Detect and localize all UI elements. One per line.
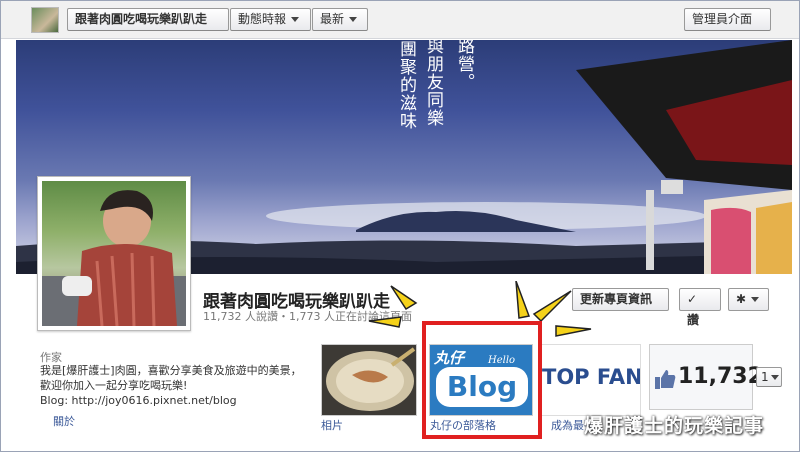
settings-button[interactable]: ✱ [728, 288, 769, 311]
photos-label[interactable]: 相片 [321, 417, 343, 433]
cover-caption-1: 路營。 [454, 40, 474, 91]
top-fans-text: TOP FANS [542, 365, 641, 389]
food-photo [326, 347, 416, 411]
page-title-button[interactable]: 跟著肉圓吃喝玩樂趴趴走 [67, 8, 229, 31]
chevron-down-icon [291, 17, 300, 22]
like-count: 11,732 [678, 364, 763, 389]
profile-photo [42, 181, 186, 326]
blog-url[interactable]: Blog: http://joy0616.pixnet.net/blog [40, 394, 237, 407]
highlight-box [422, 321, 542, 439]
timeline-label: 動態時報 [238, 12, 287, 26]
page-selector-dropdown[interactable]: 1 [756, 367, 782, 387]
top-fans-tile[interactable]: TOP FANS [541, 344, 641, 416]
about-link[interactable]: 關於 [53, 413, 75, 429]
likes-tile[interactable]: 11,732 [649, 344, 763, 410]
about-description: 我是[爆肝護士]肉圓，喜歡分享美食及旅遊中的美景，歡迎你加入一起分享吃喝玩樂! B… [40, 363, 310, 408]
check-icon: ✓ [687, 292, 698, 306]
admin-top-bar: 跟著肉圓吃喝玩樂趴趴走 動態時報 最新 管理員介面 [1, 1, 799, 39]
profile-picture[interactable] [37, 176, 191, 331]
facebook-page-screenshot: 跟著肉圓吃喝玩樂趴趴走 動態時報 最新 管理員介面 路營。 與朋友同樂 團聚的滋… [0, 0, 800, 452]
chevron-down-icon [349, 17, 358, 22]
like-label: 讚 [687, 313, 700, 327]
gear-icon: ✱ [736, 292, 747, 306]
cover-caption-2: 與朋友同樂 [423, 40, 443, 127]
sort-dropdown[interactable]: 最新 [312, 8, 368, 31]
watermark: 爆肝護士的玩樂記事 [584, 415, 765, 437]
about-text: 我是[爆肝護士]肉圓，喜歡分享美食及旅遊中的美景，歡迎你加入一起分享吃喝玩樂! [40, 364, 302, 392]
chevron-down-icon [770, 375, 779, 380]
like-button[interactable]: ✓ 讚 [679, 288, 721, 327]
thumbs-up-icon [655, 370, 676, 389]
page-number: 1 [761, 370, 769, 384]
page-thumbnail[interactable] [31, 7, 59, 33]
cover-caption-3: 團聚的滋味 [396, 40, 416, 130]
sort-label: 最新 [320, 12, 345, 26]
chevron-down-icon [751, 297, 760, 302]
timeline-dropdown[interactable]: 動態時報 [230, 8, 311, 31]
admin-panel-button[interactable]: 管理員介面 [684, 8, 771, 31]
person-image [42, 190, 186, 326]
photos-tile[interactable] [321, 344, 417, 416]
